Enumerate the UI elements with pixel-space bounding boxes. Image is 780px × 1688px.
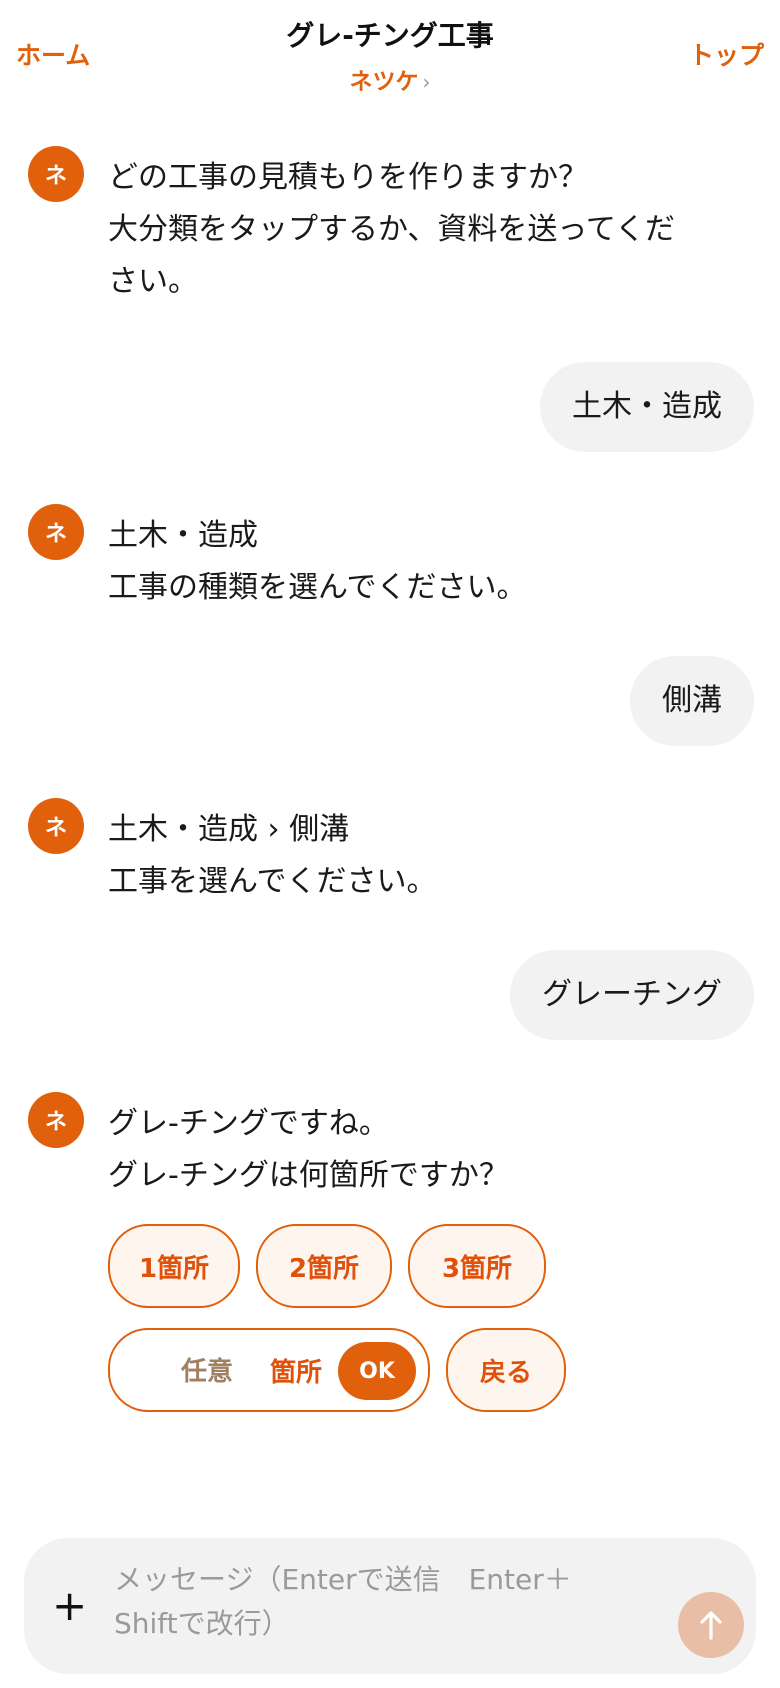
message-line: どの工事の見積もりを作りますか？ <box>108 160 588 195</box>
message-line: 土木・造成 <box>108 518 258 553</box>
bot-avatar: ネ <box>28 504 84 560</box>
custom-count-unit: 箇所 <box>270 1358 323 1388</box>
breadcrumb-subtitle[interactable]: ネツケ › <box>0 62 780 96</box>
bot-message-text: どの工事の見積もりを作りますか？ 大分類をタップするか、資料を送ってくだ さい。 <box>108 152 748 308</box>
custom-count-field: 箇所 OK <box>108 1328 430 1412</box>
chevron-right-icon: › <box>422 70 431 94</box>
bot-message-text: 土木・造成 工事の種類を選んでください。 <box>108 510 748 614</box>
back-button[interactable]: 戻る <box>446 1328 566 1412</box>
message-line: グレ-チングですね。 <box>108 1106 389 1141</box>
option-3-button[interactable]: 3箇所 <box>408 1224 546 1308</box>
option-1-button[interactable]: 1箇所 <box>108 1224 240 1308</box>
user-message-bubble: グレーチング <box>510 950 754 1040</box>
send-button[interactable] <box>678 1592 744 1658</box>
bot-message-text: グレ-チングですね。 グレ-チングは何箇所ですか？ <box>108 1098 748 1202</box>
subtitle-label: ネツケ <box>349 69 419 95</box>
header: ホーム グレ-チング工事 ネツケ › トップ <box>0 0 780 100</box>
top-link[interactable]: トップ <box>689 36 764 72</box>
page-title: グレ-チング工事 <box>286 19 494 52</box>
message-line: グレ-チングは何箇所ですか？ <box>108 1158 509 1193</box>
message-line: 大分類をタップするか、資料を送ってくだ <box>108 212 675 247</box>
message-input[interactable] <box>112 1556 616 1660</box>
custom-count-input[interactable] <box>150 1346 264 1398</box>
bot-avatar: ネ <box>28 1092 84 1148</box>
message-composer: + <box>24 1538 756 1674</box>
message-line: 工事を選んでください。 <box>108 864 437 899</box>
bot-message-text: 土木・造成 › 側溝 工事を選んでください。 <box>108 804 748 908</box>
bot-avatar: ネ <box>28 798 84 854</box>
message-line: 工事の種類を選んでください。 <box>108 570 527 605</box>
user-message-bubble: 側溝 <box>630 656 754 746</box>
bot-avatar: ネ <box>28 146 84 202</box>
message-line: 土木・造成 › 側溝 <box>108 812 350 847</box>
user-message-bubble: 土木・造成 <box>540 362 754 452</box>
arrow-up-icon <box>700 1611 722 1640</box>
chat-screen: ホーム グレ-チング工事 ネツケ › トップ ネ どの工事の見積もりを作りますか？… <box>0 0 780 1688</box>
plus-icon[interactable]: + <box>52 1582 87 1630</box>
message-line: さい。 <box>108 264 198 299</box>
ok-button[interactable]: OK <box>338 1342 416 1400</box>
option-2-button[interactable]: 2箇所 <box>256 1224 392 1308</box>
